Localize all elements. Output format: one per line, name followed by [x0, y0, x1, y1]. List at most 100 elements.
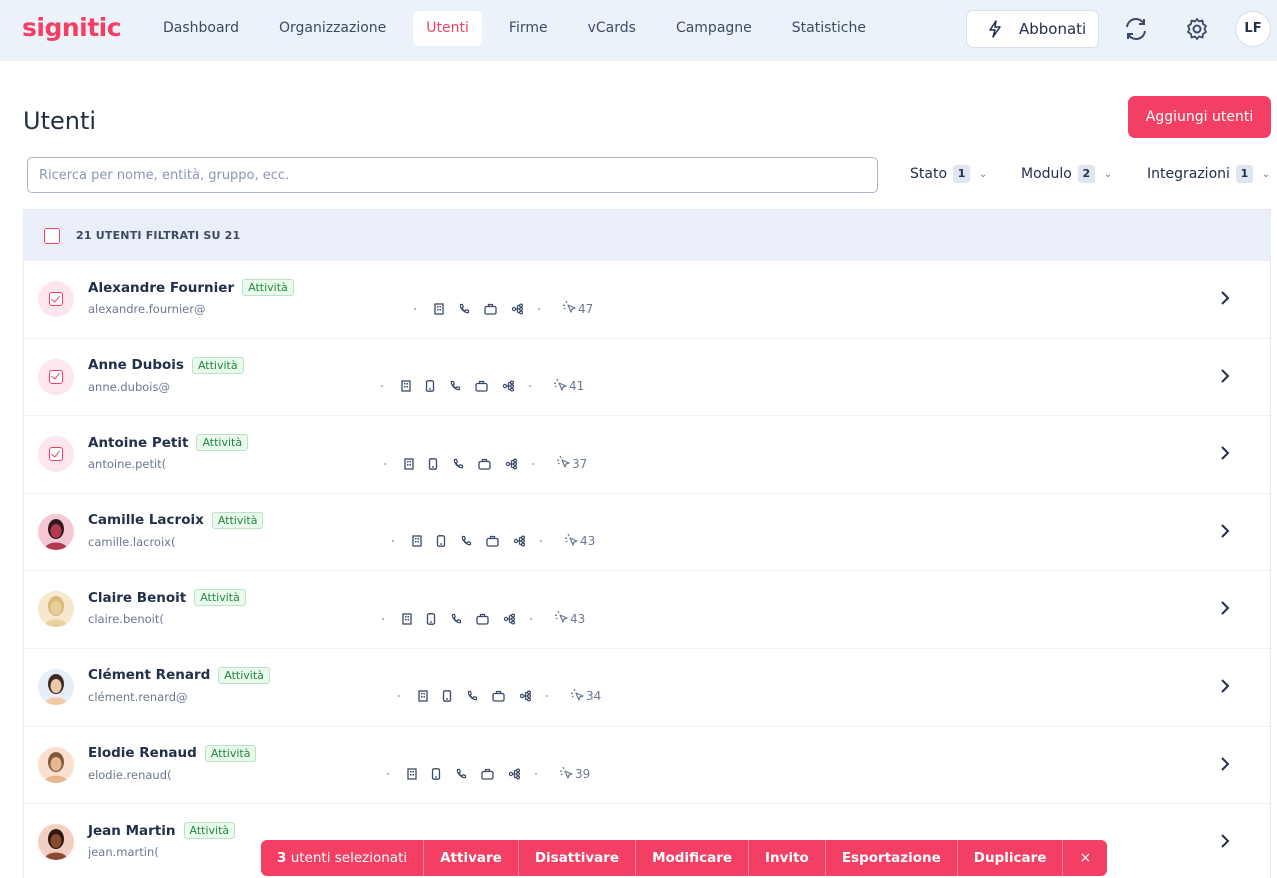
chevron-right-icon[interactable]: [1219, 444, 1231, 462]
cursor-click-icon: [562, 300, 578, 317]
briefcase-icon: [484, 303, 497, 315]
user-name: Elodie Renaud: [88, 745, 197, 762]
cursor-click-icon: [559, 766, 575, 783]
add-users-button[interactable]: Aggiungi utenti: [1128, 96, 1271, 138]
chevron-right-icon[interactable]: [1219, 755, 1231, 773]
nav-item-vcards[interactable]: vCards: [575, 11, 649, 46]
building-icon: [401, 380, 411, 392]
users-page: Utenti Aggiungi utenti Stato 1 ⌄ Modulo …: [0, 61, 1277, 878]
avatar-image: [44, 673, 68, 705]
user-row[interactable]: Anne Dubois Attività anne.dubois@ 41: [24, 339, 1270, 417]
clicks-count: 43: [564, 533, 595, 550]
separator-dot: [540, 540, 542, 543]
checked-icon: [49, 447, 63, 462]
nav-item-organizzazione[interactable]: Organizzazione: [266, 11, 399, 46]
signitic-logo[interactable]: signitic: [22, 13, 122, 42]
chevron-down-icon: ⌄: [1103, 168, 1113, 180]
separator-dot: [538, 307, 540, 310]
activate-button[interactable]: Attivare: [424, 840, 519, 876]
user-name: Alexandre Fournier: [88, 279, 235, 296]
filter-integrazioni[interactable]: Integrazioni 1 ⌄: [1147, 165, 1270, 183]
user-row[interactable]: Camille Lacroix Attività camille.lacroix(4…: [24, 494, 1270, 572]
user-name-line: Anne Dubois Attività: [88, 356, 244, 374]
user-name-line: Alexandre Fournier Attività: [88, 279, 294, 296]
filter-count: 1: [1235, 165, 1253, 183]
chevron-down-icon: ⌄: [1261, 168, 1271, 180]
chevron-right-icon[interactable]: [1219, 677, 1231, 695]
row-checkbox[interactable]: [38, 281, 74, 317]
avatar-image: [44, 518, 68, 550]
checked-icon: [49, 369, 63, 384]
nav-item-firme[interactable]: Firme: [496, 11, 561, 46]
separator-dot: [392, 540, 394, 543]
user-avatar-photo[interactable]: [38, 591, 74, 628]
edit-button[interactable]: Modificare: [636, 840, 750, 876]
chevron-right-icon[interactable]: [1219, 832, 1231, 850]
clicks-value: 34: [586, 689, 602, 704]
main-nav: Dashboard Organizzazione Utenti Firme vC…: [150, 11, 893, 46]
row-checkbox[interactable]: [38, 358, 74, 395]
nav-item-utenti[interactable]: Utenti: [413, 11, 482, 46]
briefcase-icon: [476, 613, 489, 625]
user-avatar-photo[interactable]: [38, 668, 74, 705]
avatar-image: [44, 751, 68, 783]
phone-icon: [460, 535, 472, 547]
user-avatar[interactable]: LF: [1235, 11, 1271, 47]
row-checkbox[interactable]: [38, 436, 74, 473]
filter-modulo[interactable]: Modulo 2 ⌄: [1021, 165, 1112, 183]
user-avatar-photo[interactable]: [38, 513, 74, 550]
clicks-value: 47: [578, 301, 594, 316]
sync-icon[interactable]: [1122, 15, 1150, 43]
clicks-value: 37: [572, 456, 588, 471]
nav-item-statistiche[interactable]: Statistiche: [779, 11, 879, 46]
briefcase-icon: [492, 690, 505, 703]
deactivate-button[interactable]: Disattivare: [519, 840, 637, 876]
briefcase-icon: [478, 458, 491, 470]
user-row[interactable]: Alexandre Fournier Attività alexandre.four…: [24, 261, 1270, 339]
building-icon: [434, 302, 444, 315]
subscribe-button[interactable]: Abbonati: [966, 10, 1099, 48]
user-email: clément.renard@: [88, 689, 188, 704]
user-row[interactable]: Clément Renard Attività clément.renard@ 34: [24, 649, 1270, 727]
briefcase-icon: [475, 380, 488, 392]
user-email: anne.dubois@: [88, 379, 170, 394]
separator-dot: [398, 695, 400, 698]
user-email: claire.benoit(: [88, 612, 164, 627]
select-all-checkbox[interactable]: [44, 227, 60, 244]
user-avatar-photo[interactable]: [38, 746, 74, 783]
clicks-value: 39: [575, 767, 591, 782]
user-name-line: Elodie Renaud Attività: [88, 744, 257, 762]
gear-icon[interactable]: [1184, 15, 1210, 43]
filter-label: Stato: [910, 166, 948, 182]
status-badge: Attività: [204, 744, 257, 762]
close-selection-icon[interactable]: ×: [1063, 840, 1107, 876]
user-row[interactable]: Elodie Renaud Attività elodie.renaud(39: [24, 727, 1270, 805]
status-badge: Attività: [211, 511, 264, 529]
nav-item-dashboard[interactable]: Dashboard: [150, 11, 252, 46]
chevron-right-icon[interactable]: [1219, 599, 1231, 617]
export-button[interactable]: Esportazione: [826, 840, 958, 876]
cursor-click-icon: [570, 688, 586, 705]
user-avatar-photo[interactable]: [38, 824, 74, 861]
separator-dot: [532, 462, 534, 465]
user-row[interactable]: Antoine Petit Attività antoine.petit(37: [24, 416, 1270, 494]
status-badge: Attività: [183, 822, 236, 840]
subscribe-label: Abbonati: [1019, 20, 1087, 38]
separator-dot: [529, 385, 531, 388]
user-row[interactable]: Claire Benoit Attività claire.benoit(43: [24, 571, 1270, 649]
separator-dot: [535, 773, 537, 776]
search-input[interactable]: [27, 157, 878, 193]
chevron-right-icon[interactable]: [1219, 367, 1231, 385]
filter-stato[interactable]: Stato 1 ⌄: [910, 165, 987, 183]
nav-item-campagne[interactable]: Campagne: [663, 11, 765, 46]
org-chart-icon: [508, 768, 521, 780]
filter-count: 2: [1077, 165, 1095, 183]
chevron-right-icon[interactable]: [1219, 289, 1231, 307]
filtered-count-label: 21 UTENTI FILTRATI SU 21: [76, 229, 241, 242]
duplicate-button[interactable]: Duplicare: [958, 840, 1064, 876]
chevron-right-icon[interactable]: [1219, 522, 1231, 540]
clicks-count: 37: [556, 455, 587, 472]
invite-button[interactable]: Invito: [749, 840, 826, 876]
user-name-line: Antoine Petit Attività: [88, 434, 249, 452]
chevron-down-icon: ⌄: [979, 168, 988, 180]
